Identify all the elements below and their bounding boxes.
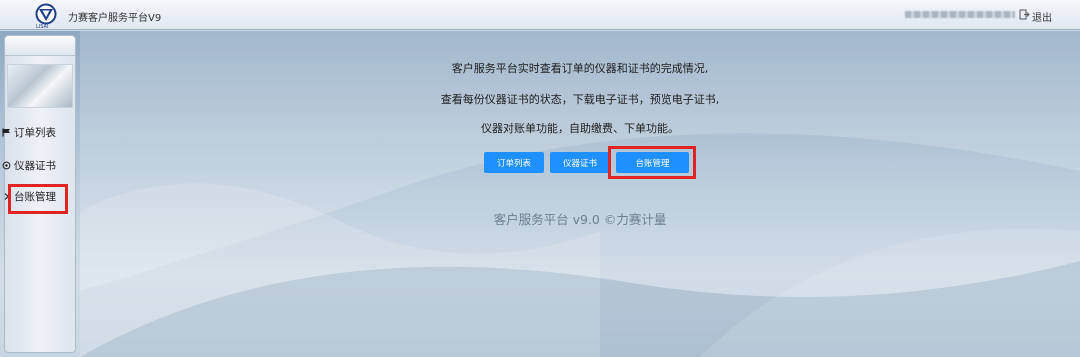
highlight-box-sidebar: [8, 184, 68, 214]
logout-icon[interactable]: [1019, 9, 1030, 20]
sidebar-item-label: 仪器证书: [14, 159, 56, 172]
footer-copyright: 客户服务平台 v9.0 ©力赛计量: [493, 212, 667, 227]
orders-button[interactable]: 订单列表: [484, 152, 544, 173]
description-line-1: 客户服务平台实时查看订单的仪器和证书的完成情况,: [451, 62, 709, 75]
logo-text: LISAI: [36, 24, 49, 30]
sidebar-item-certificates[interactable]: 仪器证书: [2, 157, 56, 173]
top-bar: LISAI 力赛客户服务平台V9 退出: [0, 0, 1080, 30]
flag-icon: [2, 128, 10, 136]
user-info-blurred: [905, 11, 1015, 18]
logout-link[interactable]: 退出: [1032, 9, 1052, 24]
background-decoration: [80, 31, 1080, 357]
main-area: [0, 31, 1080, 357]
description-line-2: 查看每份仪器证书的状态，下载电子证书，预览电子证书,: [440, 93, 720, 106]
highlight-box-button: [608, 146, 696, 179]
sidebar-banner-image: [7, 64, 73, 108]
gear-icon: [2, 161, 11, 169]
sidebar-item-label: 订单列表: [14, 126, 56, 139]
description-line-3: 仪器对账单功能，自助缴费、下单功能。: [481, 122, 679, 135]
app-title: 力赛客户服务平台V9: [68, 13, 162, 24]
sidebar-header: [5, 36, 75, 56]
sidebar-item-orders[interactable]: 订单列表: [2, 124, 56, 140]
certificates-button[interactable]: 仪器证书: [550, 152, 610, 173]
